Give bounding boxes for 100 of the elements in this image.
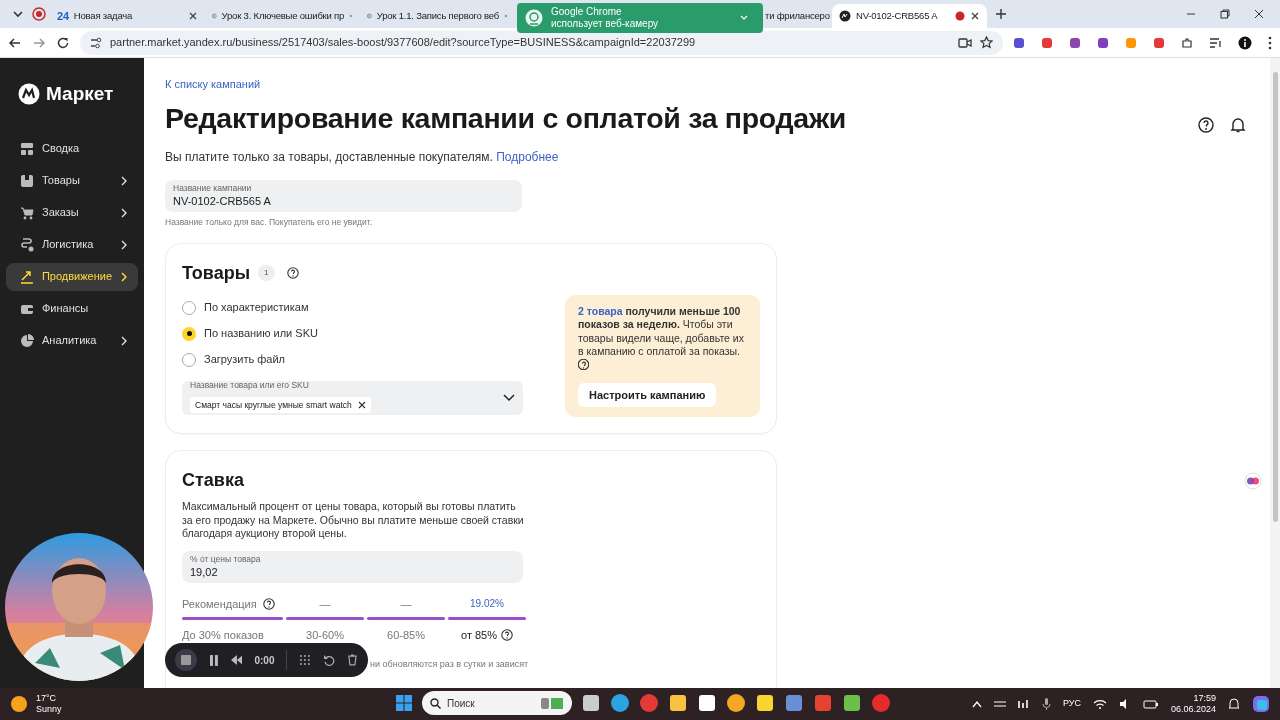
close-icon[interactable]	[188, 11, 198, 21]
notification[interactable]: Google Chrome использует веб-камеру	[517, 3, 763, 33]
box-icon	[20, 173, 34, 188]
logo-icon	[18, 83, 40, 106]
recording-icon	[955, 11, 965, 21]
undo-icon[interactable]	[323, 654, 336, 666]
assistant-icon[interactable]	[1244, 472, 1262, 490]
extension-icon[interactable]	[1041, 36, 1053, 49]
forward-icon[interactable]	[32, 35, 46, 50]
sun-icon	[10, 695, 28, 713]
sidebar-item[interactable]: Сводка	[6, 134, 138, 163]
close-icon[interactable]	[970, 11, 980, 21]
sidebar-item[interactable]: Финансы	[6, 294, 138, 323]
chevron-icon	[120, 239, 128, 250]
rewind-icon[interactable]	[230, 655, 243, 665]
campaign-name-field[interactable]: Название кампании NV-0102-CRB565 A	[165, 179, 522, 212]
microphone-icon[interactable]	[1041, 698, 1051, 710]
product-chip[interactable]: Смарт часы круглые умные smart watch	[190, 396, 371, 414]
sidebar-item[interactable]: Заказы	[6, 198, 138, 227]
webcam-icon	[525, 9, 543, 27]
cart-icon	[20, 205, 34, 220]
sidebar-item[interactable]: Логистика	[6, 230, 138, 259]
products-link[interactable]: 2 товара	[578, 304, 623, 317]
camera-icon[interactable]	[958, 36, 972, 49]
profile-icon[interactable]	[1238, 35, 1252, 50]
browser-tab[interactable]: Урок 3. Ключевые ошибки пр	[205, 4, 360, 28]
help-icon[interactable]	[262, 597, 275, 610]
card-title: Ставка	[182, 469, 245, 492]
wifi-icon[interactable]	[1092, 699, 1107, 709]
restore-icon[interactable]	[1220, 9, 1230, 19]
browser-tab[interactable]: NV-0102-CRB565 A	[832, 4, 987, 28]
field-value: 19,02	[190, 565, 219, 581]
pause-icon[interactable]	[208, 654, 219, 666]
tab-number-text: 24	[57, 8, 69, 24]
trend-arrow-icon	[20, 269, 34, 284]
grid-icon[interactable]	[299, 654, 312, 666]
notification-title: Google Chrome	[551, 6, 623, 18]
option-label: Загрузить файл	[204, 352, 285, 368]
tab-title: Урок 1.1. Запись первого веб	[376, 8, 500, 23]
tier-value: 19.02%	[470, 597, 504, 612]
browser-tab[interactable]: 24 Новая задача	[50, 4, 205, 28]
equalizer-icon[interactable]	[1017, 699, 1030, 709]
tier-value: —	[319, 596, 331, 612]
temperature-text: 17°C	[36, 693, 58, 704]
close-icon[interactable]	[1254, 9, 1264, 19]
help-icon[interactable]	[501, 628, 513, 641]
recommendation-label: Рекомендация	[182, 596, 257, 612]
battery-icon[interactable]	[1142, 699, 1159, 709]
sidebar-item[interactable]: Аналитика	[6, 326, 138, 355]
notification-bell-icon[interactable]	[1230, 117, 1246, 133]
back-link[interactable]: К списку кампаний	[165, 78, 261, 90]
clock-date: 06.06.2024	[1170, 704, 1216, 716]
logo-text: Маркет	[46, 82, 114, 106]
extension-icon[interactable]	[1097, 36, 1109, 49]
chevron-icon	[120, 271, 128, 282]
reload-icon[interactable]	[56, 35, 70, 50]
scrollbar[interactable]	[1272, 72, 1278, 522]
radio-option[interactable]: Загрузить файл	[182, 346, 523, 373]
start-icon[interactable]	[395, 694, 413, 712]
route-icon	[20, 237, 34, 252]
help-icon[interactable]	[578, 359, 589, 371]
help-icon[interactable]	[1198, 117, 1214, 133]
count-badge: 1	[258, 265, 275, 281]
chevron-up-icon[interactable]	[971, 700, 982, 708]
field-hint: Название только для вас. Покупатель его не увидит.	[165, 215, 374, 229]
extension-icon[interactable]	[1069, 36, 1081, 49]
taskbar-search[interactable]: Поиск	[422, 691, 572, 715]
new-tab-icon[interactable]	[995, 8, 1007, 20]
sidebar-item[interactable]: Товары	[6, 166, 138, 195]
tier-value: —	[400, 596, 412, 612]
bell-icon[interactable]	[1228, 698, 1240, 710]
media-icon[interactable]	[1209, 36, 1222, 49]
browser-tab[interactable]: Урок 1.1. Запись первого веб	[360, 4, 515, 28]
bid-field[interactable]: % от цены товара 19,02	[182, 550, 523, 583]
tier-label: 60-85%	[387, 627, 425, 643]
tier-label: от 85%	[461, 627, 497, 643]
chevron-icon	[120, 175, 128, 186]
remove-icon[interactable]	[357, 400, 366, 409]
back-icon[interactable]	[8, 35, 22, 50]
product-select[interactable]: Название товара или его SKU Смарт часы круглые умные smart watch	[182, 380, 523, 415]
radio-option[interactable]: По характеристикам	[182, 294, 523, 321]
help-icon[interactable]	[286, 267, 299, 279]
field-value: NV-0102-CRB565 A	[173, 193, 272, 209]
stop-button[interactable]	[175, 649, 197, 671]
menu-icon[interactable]	[1268, 35, 1272, 50]
trash-icon[interactable]	[347, 654, 358, 666]
site-info-icon[interactable]	[90, 36, 102, 49]
field-label: Название кампании	[173, 182, 253, 193]
configure-campaign-button[interactable]: Настроить кампанию	[578, 382, 717, 407]
dropdown-chevron-icon[interactable]	[503, 393, 515, 402]
page-title: Редактирование кампании с оплатой за продажи	[165, 101, 848, 136]
more-link[interactable]: Подробнее	[496, 149, 559, 164]
language-indicator[interactable]: РУС	[1062, 697, 1081, 711]
extension-icon[interactable]	[1013, 36, 1025, 49]
recording-icon	[32, 7, 46, 21]
sidebar-item[interactable]: Продвижение	[6, 262, 138, 291]
radio-button[interactable]	[182, 326, 196, 341]
radio-option[interactable]: По названию или SKU	[182, 320, 523, 347]
bookmark-star-icon[interactable]	[980, 36, 993, 49]
extension-icon[interactable]	[1153, 36, 1165, 49]
